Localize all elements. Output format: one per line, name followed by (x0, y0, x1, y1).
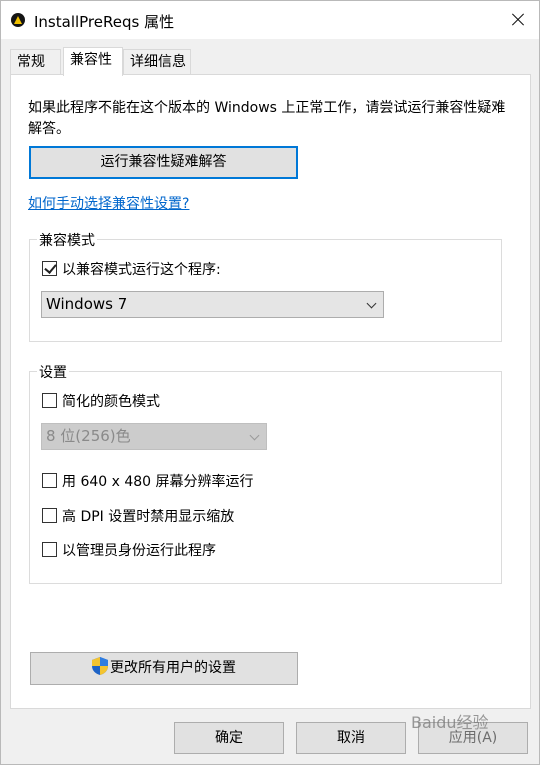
os-version-value: Windows 7 (46, 295, 128, 313)
settings-label: 设置 (37, 362, 69, 382)
os-version-select[interactable]: Windows 7 (41, 291, 384, 318)
compat-mode-label: 兼容模式 (37, 230, 97, 250)
uac-shield-icon (92, 656, 108, 675)
chevron-down-icon (249, 430, 260, 441)
troubleshoot-button[interactable]: 运行兼容性疑难解答 (29, 146, 298, 179)
color-depth-value: 8 位(256)色 (46, 427, 131, 445)
close-icon[interactable] (498, 1, 538, 39)
res-640-label: 用 640 x 480 屏幕分辨率运行 (62, 474, 254, 490)
run-as-admin-label: 以管理员身份运行此程序 (62, 543, 216, 559)
watermark: Baidu经验 (411, 713, 489, 732)
tab-compatibility[interactable]: 兼容性 (63, 47, 123, 76)
change-all-users-label: 更改所有用户的设置 (110, 660, 236, 676)
chevron-down-icon (366, 298, 377, 309)
compat-description: 如果此程序不能在这个版本的 Windows 上正常工作，请尝试运行兼容性疑难解答… (28, 100, 506, 137)
res-640-checkbox[interactable] (42, 473, 57, 488)
tab-details[interactable]: 详细信息 (123, 49, 191, 75)
manual-settings-link[interactable]: 如何手动选择兼容性设置? (28, 193, 189, 213)
properties-window: InstallPreReqs 属性 常规 兼容性 详细信息 如果此程序不能在这个… (0, 0, 540, 765)
dpi-scaling-checkbox[interactable] (42, 508, 57, 523)
ok-button[interactable]: 确定 (174, 722, 284, 754)
app-icon (11, 13, 25, 27)
color-depth-select[interactable]: 8 位(256)色 (41, 423, 267, 450)
title-bar: InstallPreReqs 属性 (1, 1, 539, 39)
compat-mode-checkbox[interactable] (42, 261, 57, 276)
reduced-color-label: 简化的颜色模式 (62, 394, 160, 410)
window-title: InstallPreReqs 属性 (34, 13, 175, 31)
tab-general[interactable]: 常规 (10, 49, 61, 75)
run-as-admin-checkbox[interactable] (42, 542, 57, 557)
dpi-scaling-label: 高 DPI 设置时禁用显示缩放 (62, 509, 235, 525)
reduced-color-checkbox[interactable] (42, 393, 57, 408)
change-all-users-button[interactable]: 更改所有用户的设置 (30, 652, 298, 685)
compat-mode-checkbox-label: 以兼容模式运行这个程序: (62, 262, 221, 278)
cancel-button[interactable]: 取消 (296, 722, 406, 754)
